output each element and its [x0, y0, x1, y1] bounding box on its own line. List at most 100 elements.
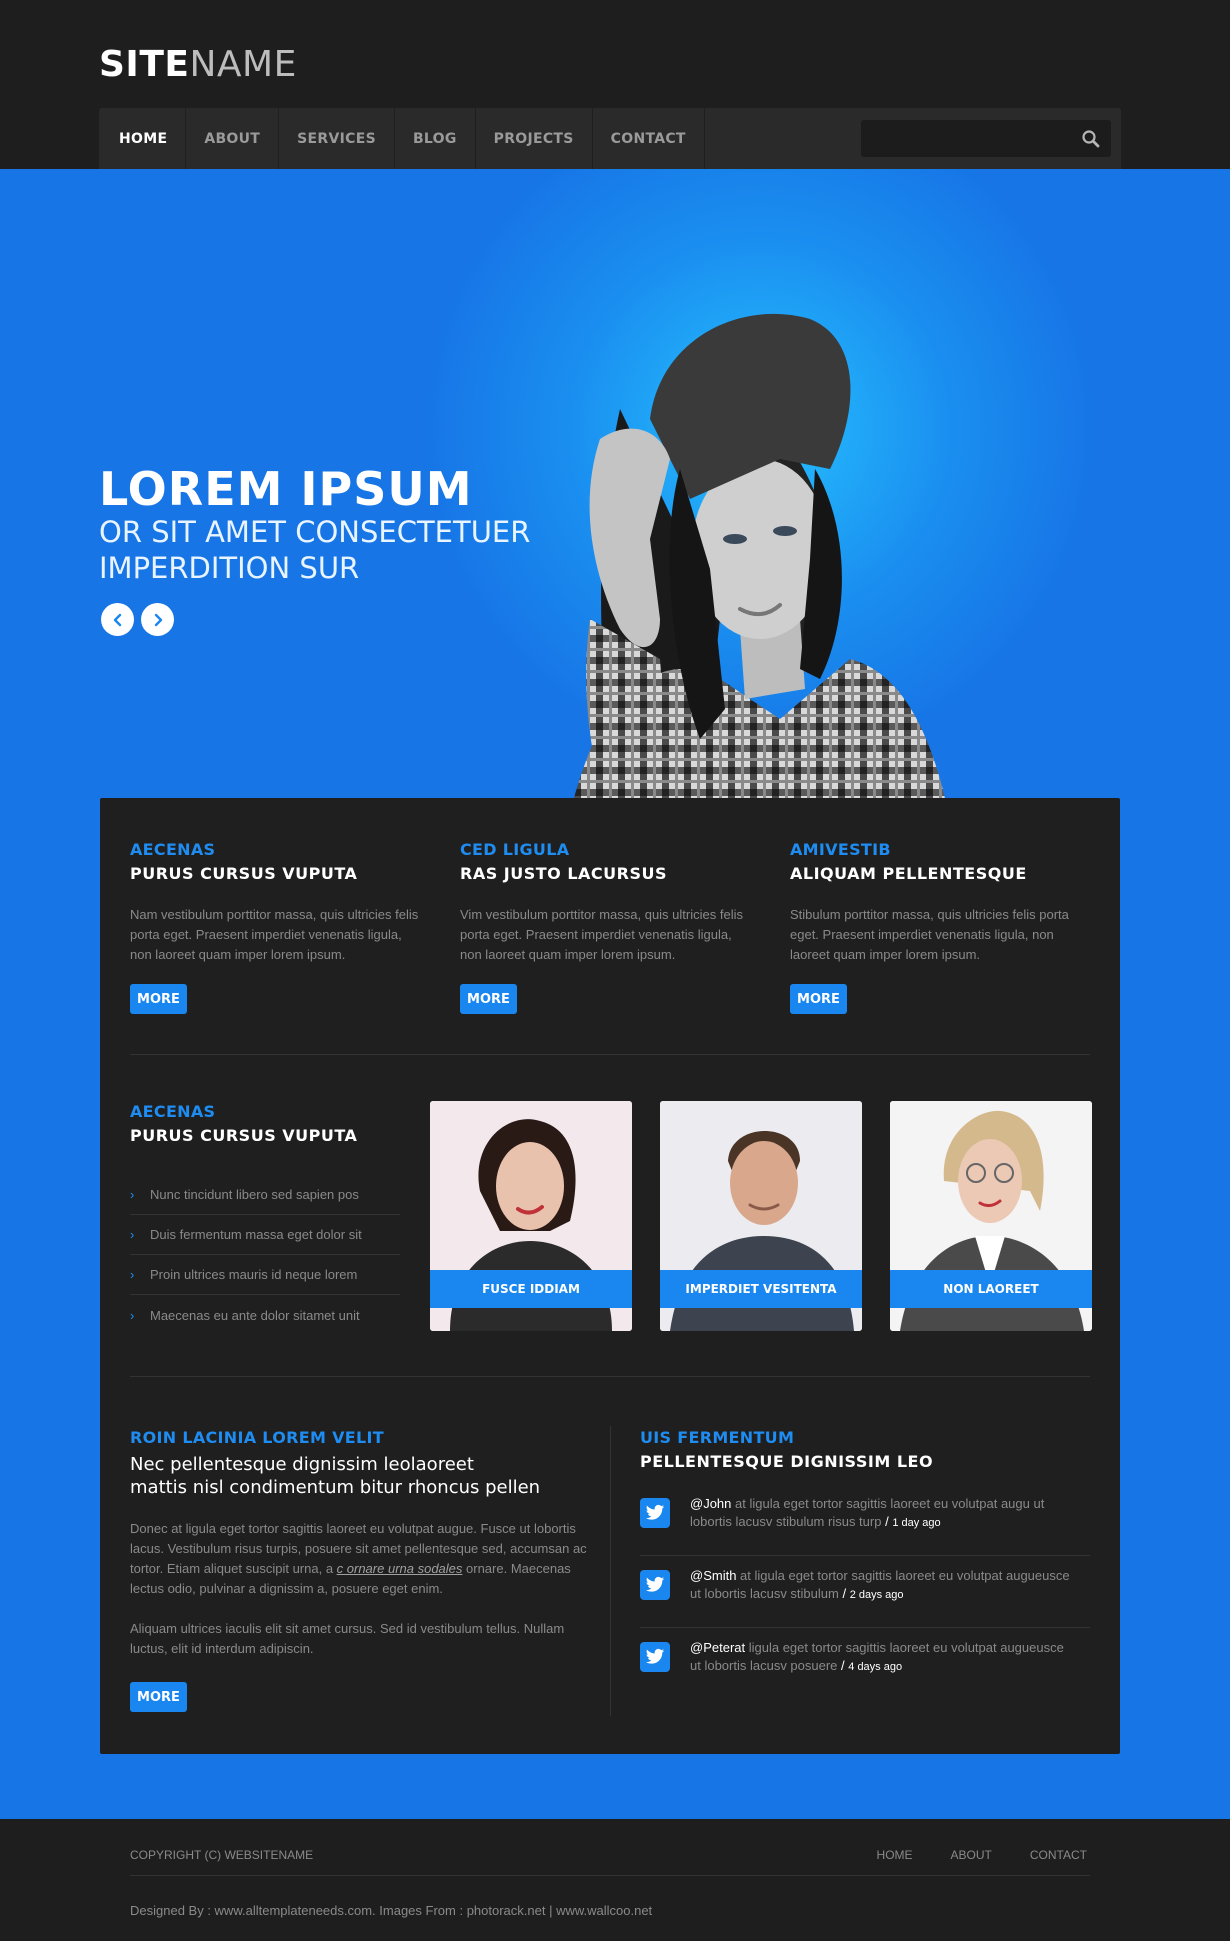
copyright-text: COPYRIGHT (C) WEBSITENAME	[130, 1848, 314, 1862]
footer-divider	[130, 1875, 1090, 1876]
tweet-item: @Peterat ligula eget tortor sagittis lao…	[640, 1628, 1090, 1700]
tweets-block: UIS FERMENTUM PELLENTESQUE DIGNISSIM LEO…	[640, 1428, 1090, 1673]
footer-link-home[interactable]: HOME	[877, 1848, 913, 1862]
tweet-separator: /	[881, 1514, 893, 1529]
feature-column: AMIVESTIB ALIQUAM PELLENTESQUE Stibulum …	[790, 840, 1080, 1014]
tweet-item: @Smith at ligula eget tortor sagittis la…	[640, 1556, 1090, 1628]
section-divider	[130, 1376, 1090, 1377]
list-item-label: Duis fermentum massa eget dolor sit	[150, 1227, 362, 1242]
tweet-text: @Smith at ligula eget tortor sagittis la…	[690, 1567, 1070, 1604]
search-box	[861, 120, 1111, 157]
team-card-label: NON LAOREET	[890, 1270, 1092, 1308]
more-button[interactable]: MORE	[460, 984, 517, 1014]
nav-item-about[interactable]: ABOUT	[186, 108, 280, 169]
list-item[interactable]: › Maecenas eu ante dolor sitamet unit	[130, 1295, 400, 1335]
chevron-right-icon: ›	[130, 1267, 135, 1282]
hero-subtitle: OR SIT AMET CONSECTETUER IMPERDITION SUR	[99, 514, 539, 586]
team-card-label: IMPERDIET VESITENTA	[660, 1270, 862, 1308]
list-item[interactable]: › Proin ultrices mauris id neque lorem	[130, 1255, 400, 1295]
list-item-label: Maecenas eu ante dolor sitamet unit	[150, 1307, 360, 1323]
column-kicker: CED LIGULA	[460, 840, 570, 859]
nav-item-home[interactable]: HOME	[99, 108, 187, 169]
more-button[interactable]: MORE	[790, 984, 847, 1014]
tweet-text: @John at ligula eget tortor sagittis lao…	[690, 1495, 1070, 1532]
logo-light-text: NAME	[189, 44, 297, 85]
search-input[interactable]	[861, 120, 1071, 157]
chevron-right-icon: ›	[130, 1227, 135, 1242]
list-item[interactable]: › Nunc tincidunt libero sed sapien pos	[130, 1175, 400, 1215]
nav-item-projects[interactable]: PROJECTS	[476, 108, 593, 169]
about-lead: Nec pellentesque dignissim leolaoreet ma…	[130, 1453, 590, 1499]
list-item-label: Nunc tincidunt libero sed sapien pos	[150, 1187, 359, 1202]
column-heading: ALIQUAM PELLENTESQUE	[790, 864, 1027, 883]
tweet-handle[interactable]: @Smith	[690, 1568, 736, 1583]
nav-item-services[interactable]: SERVICES	[279, 108, 395, 169]
team-card[interactable]: FUSCE IDDIAM	[430, 1101, 632, 1331]
column-kicker: AMIVESTIB	[790, 840, 891, 859]
link-list: › Nunc tincidunt libero sed sapien pos › D…	[130, 1175, 400, 1335]
list-kicker: AECENAS	[130, 1102, 216, 1121]
column-text: Vim vestibulum porttitor massa, quis ult…	[460, 907, 743, 962]
tweet-time: 2 days ago	[849, 1589, 904, 1601]
column-text: Nam vestibulum porttitor massa, quis ult…	[130, 907, 419, 962]
chevron-right-icon	[154, 613, 162, 626]
column-heading: PURUS CURSUS VUPUTA	[130, 864, 358, 883]
credits-text: Designed By : www.alltemplateneeds.com. …	[130, 1903, 653, 1918]
site-logo[interactable]: SITENAME	[99, 44, 297, 85]
hero-subtitle-line: OR SIT AMET CONSECTETUER	[99, 515, 531, 549]
tweet-handle[interactable]: @Peterat	[690, 1640, 745, 1655]
hero-subtitle-line: IMPERDITION SUR	[99, 551, 360, 585]
main-nav: HOME ABOUT SERVICES BLOG PROJECTS CONTAC…	[99, 108, 1121, 169]
tweet-separator: /	[837, 1658, 849, 1673]
tweet-separator: /	[838, 1586, 850, 1601]
footer-nav: HOME ABOUT CONTACT	[877, 1848, 1087, 1862]
team-card[interactable]: NON LAOREET	[890, 1101, 1092, 1331]
twitter-icon[interactable]	[640, 1642, 670, 1672]
about-paragraph: Donec at ligula eget tortor sagittis lao…	[130, 1519, 590, 1599]
search-icon[interactable]	[1081, 129, 1101, 149]
feature-column: AECENAS PURUS CURSUS VUPUTA Nam vestibul…	[130, 840, 420, 1014]
list-item[interactable]: › Duis fermentum massa eget dolor sit	[130, 1215, 400, 1255]
tweet-time: 4 days ago	[848, 1661, 903, 1673]
tweet-handle[interactable]: @John	[690, 1496, 731, 1511]
column-text: Stibulum porttitor massa, quis ultricies…	[790, 907, 1069, 962]
hero-title: LOREM IPSUM	[99, 462, 473, 516]
section-divider	[130, 1054, 1090, 1055]
about-kicker: ROIN LACINIA LOREM VELIT	[130, 1428, 384, 1447]
column-heading: RAS JUSTO LACURSUS	[460, 864, 668, 883]
slider-next-button[interactable]	[141, 603, 174, 636]
footer: COPYRIGHT (C) WEBSITENAME HOME ABOUT CON…	[0, 1819, 1230, 1941]
twitter-icon[interactable]	[640, 1570, 670, 1600]
about-lead-line: Nec pellentesque dignissim leolaoreet	[130, 1454, 474, 1475]
logo-bold-text: SITE	[99, 44, 190, 85]
chevron-left-icon	[113, 613, 121, 626]
nav-item-blog[interactable]: BLOG	[395, 108, 476, 169]
footer-link-contact[interactable]: CONTACT	[1030, 1848, 1087, 1862]
tweet-text: @Peterat ligula eget tortor sagittis lao…	[690, 1639, 1070, 1676]
more-button[interactable]: MORE	[130, 1682, 187, 1712]
list-item-label: Proin ultrices mauris id neque lorem	[150, 1267, 358, 1282]
content-panel: AECENAS PURUS CURSUS VUPUTA Nam vestibul…	[100, 798, 1120, 1754]
footer-link-about[interactable]: ABOUT	[951, 1848, 992, 1862]
about-inline-link[interactable]: c ornare urna sodales	[337, 1561, 463, 1576]
column-kicker: AECENAS	[130, 840, 216, 859]
header: SITENAME HOME ABOUT SERVICES BLOG PROJEC…	[0, 0, 1230, 169]
vertical-divider	[610, 1426, 611, 1716]
tweets-kicker: UIS FERMENTUM	[640, 1428, 795, 1447]
nav-item-contact[interactable]: CONTACT	[593, 108, 705, 169]
tweet-time: 1 day ago	[892, 1517, 941, 1529]
slider-prev-button[interactable]	[101, 603, 134, 636]
about-lead-line: mattis nisl condimentum bitur rhoncus pe…	[130, 1477, 541, 1498]
list-heading: PURUS CURSUS VUPUTA	[130, 1126, 358, 1145]
chevron-right-icon: ›	[130, 1307, 135, 1323]
about-paragraph: Aliquam ultrices iaculis elit sit amet c…	[130, 1621, 565, 1656]
chevron-right-icon: ›	[130, 1187, 135, 1202]
link-list-block: AECENAS PURUS CURSUS VUPUTA › Nunc tincid…	[130, 1102, 400, 1335]
twitter-icon[interactable]	[640, 1498, 670, 1528]
about-block: ROIN LACINIA LOREM VELIT Nec pellentesqu…	[130, 1428, 590, 1712]
more-button[interactable]: MORE	[130, 984, 187, 1014]
team-card[interactable]: IMPERDIET VESITENTA	[660, 1101, 862, 1331]
team-card-label: FUSCE IDDIAM	[430, 1270, 632, 1308]
tweets-heading: PELLENTESQUE DIGNISSIM LEO	[640, 1452, 934, 1471]
tweet-item: @John at ligula eget tortor sagittis lao…	[640, 1484, 1090, 1556]
